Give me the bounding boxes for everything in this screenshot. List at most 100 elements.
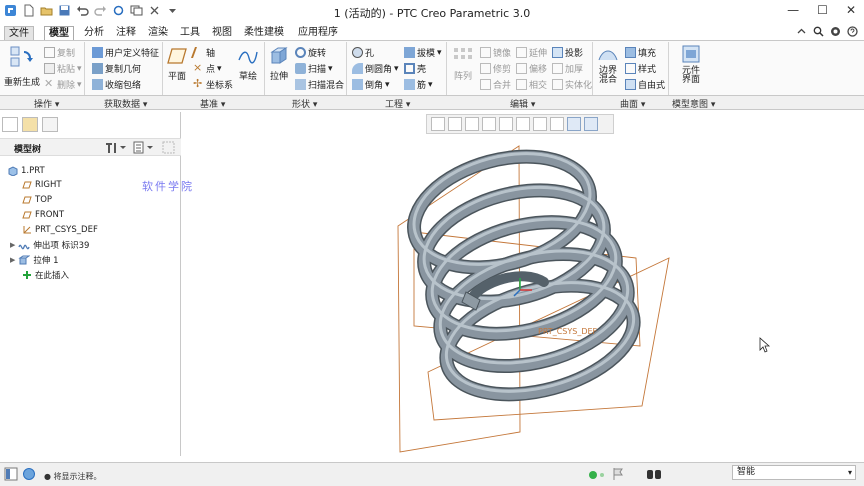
axis-button[interactable]: 轴: [190, 46, 215, 59]
fill-button[interactable]: 填充: [625, 46, 656, 59]
annotation-display-icon[interactable]: [584, 117, 598, 131]
group-editing[interactable]: 编辑 ▾: [510, 97, 535, 110]
minimize-button[interactable]: —: [787, 3, 799, 17]
saved-views-icon[interactable]: [516, 117, 530, 131]
tab-view[interactable]: 视图: [208, 26, 236, 41]
group-model-intent[interactable]: 模型意图 ▾: [672, 97, 715, 110]
show-browser-icon[interactable]: [22, 467, 36, 481]
offset-button[interactable]: 偏移: [516, 62, 547, 75]
zoom-in-icon[interactable]: [448, 117, 462, 131]
tab-file[interactable]: 文件: [4, 26, 34, 41]
tree-item-top[interactable]: TOP: [22, 195, 52, 205]
extend-button[interactable]: 延伸: [516, 46, 547, 59]
flag-icon[interactable]: [612, 467, 624, 481]
tab-analysis[interactable]: 分析: [80, 26, 108, 41]
thicken-button[interactable]: 加厚: [552, 62, 583, 75]
tree-item-extrude[interactable]: ▶ 拉伸 1: [10, 254, 59, 266]
draft-button[interactable]: 拔模 ▾: [404, 46, 442, 59]
swept-blend-button[interactable]: 扫描混合: [295, 78, 344, 91]
search-icon[interactable]: [813, 26, 824, 37]
maximize-button[interactable]: ☐: [817, 3, 828, 17]
plane-button[interactable]: 平面: [164, 46, 190, 82]
trim-button[interactable]: 修剪: [480, 62, 511, 75]
tab-flexible-modeling[interactable]: 柔性建模: [240, 26, 288, 41]
style-button[interactable]: 样式: [625, 62, 656, 75]
revolve-button[interactable]: 旋转: [295, 46, 326, 59]
component-interface-button[interactable]: 元件 界面: [676, 44, 706, 85]
show-navigator-icon[interactable]: [4, 467, 18, 481]
intersect-icon: [516, 79, 527, 90]
display-style-icon[interactable]: [499, 117, 513, 131]
paste-button[interactable]: 粘贴 ▾: [44, 62, 82, 75]
model-tree-tab-icon[interactable]: [2, 117, 18, 132]
datum-plane-icon: [22, 196, 32, 204]
view-manager-icon[interactable]: [533, 117, 547, 131]
group-surfaces[interactable]: 曲面 ▾: [620, 97, 645, 110]
tree-item-right[interactable]: RIGHT: [22, 180, 62, 190]
boundary-blend-button[interactable]: 边界 混合: [594, 44, 622, 85]
graphics-area[interactable]: PRT_CSYS_DEF: [182, 112, 864, 456]
spin-center-icon[interactable]: [567, 117, 581, 131]
hole-button[interactable]: 孔: [352, 46, 374, 59]
round-button[interactable]: 倒圆角 ▾: [352, 62, 399, 75]
tab-render[interactable]: 渲染: [144, 26, 172, 41]
close-button[interactable]: ✕: [846, 3, 856, 17]
tab-model[interactable]: 模型: [44, 26, 74, 41]
csys-datum-label: PRT_CSYS_DEF: [538, 327, 598, 336]
datum-display-icon[interactable]: [550, 117, 564, 131]
intersect-button[interactable]: 相交: [516, 78, 547, 91]
repaint-icon[interactable]: [482, 117, 496, 131]
chamfer-button[interactable]: 倒角 ▾: [352, 78, 390, 91]
expand-arrow-icon[interactable]: ▶: [10, 241, 15, 249]
find-icon[interactable]: [646, 467, 662, 481]
tree-item-front[interactable]: FRONT: [22, 210, 64, 220]
shell-button[interactable]: 壳: [404, 62, 426, 75]
group-operations[interactable]: 操作 ▾: [34, 97, 59, 110]
delete-button[interactable]: ✕ 删除 ▾: [44, 78, 82, 91]
shrinkwrap-button[interactable]: 收缩包络: [92, 78, 141, 91]
tree-filter-icon[interactable]: [162, 141, 176, 154]
tree-settings-icon[interactable]: [104, 141, 128, 154]
regenerate-button[interactable]: 重新生成: [4, 44, 40, 88]
point-button[interactable]: × 点 ▾: [193, 62, 222, 75]
rib-button[interactable]: 筋 ▾: [404, 78, 433, 91]
group-engineering[interactable]: 工程 ▾: [385, 97, 410, 110]
pattern-button[interactable]: 阵列: [450, 46, 476, 82]
spring-model[interactable]: PRT_CSYS_DEF: [182, 112, 864, 456]
mirror-icon: [480, 47, 491, 58]
selection-filter-select[interactable]: 智能 ▾: [732, 465, 856, 480]
group-shapes[interactable]: 形状 ▾: [292, 97, 317, 110]
tree-item-insert-here[interactable]: 在此插入: [22, 269, 69, 281]
collapse-ribbon-icon[interactable]: [796, 26, 807, 37]
tab-annotate[interactable]: 注释: [112, 26, 140, 41]
udf-button[interactable]: 用户定义特征: [92, 46, 159, 59]
refit-icon[interactable]: [431, 117, 445, 131]
copy-button[interactable]: 复制: [44, 46, 75, 59]
solidify-button[interactable]: 实体化: [552, 78, 592, 91]
sketch-button[interactable]: 草绘: [236, 46, 260, 82]
help-icon[interactable]: [847, 26, 858, 37]
tree-item-protrusion[interactable]: ▶ 伸出项 标识39: [10, 239, 89, 251]
zoom-out-icon[interactable]: [465, 117, 479, 131]
group-datum[interactable]: 基准 ▾: [200, 97, 225, 110]
expand-arrow-icon[interactable]: ▶: [10, 256, 15, 264]
group-get-data[interactable]: 获取数据 ▾: [104, 97, 147, 110]
tab-applications[interactable]: 应用程序: [294, 26, 342, 41]
community-icon[interactable]: [830, 26, 841, 37]
favorites-tab-icon[interactable]: [42, 117, 58, 132]
regen-status-icon[interactable]: [588, 470, 608, 480]
project-button[interactable]: 投影: [552, 46, 583, 59]
copy-geometry-button[interactable]: 复制几何: [92, 62, 141, 75]
merge-button[interactable]: 合并: [480, 78, 511, 91]
csys-button[interactable]: ✢ 坐标系: [193, 78, 233, 91]
sweep-button[interactable]: 扫描 ▾: [295, 62, 333, 75]
tree-item-csys[interactable]: PRT_CSYS_DEF: [22, 225, 98, 235]
tab-tools[interactable]: 工具: [176, 26, 204, 41]
group-separator: [446, 42, 447, 95]
freestyle-button[interactable]: 自由式: [625, 78, 665, 91]
mirror-button[interactable]: 镜像: [480, 46, 511, 59]
folder-browser-tab-icon[interactable]: [22, 117, 38, 132]
extrude-button[interactable]: 拉伸: [266, 46, 292, 82]
show-columns-icon[interactable]: [132, 141, 156, 154]
tree-item-root[interactable]: 1.PRT: [8, 166, 45, 176]
